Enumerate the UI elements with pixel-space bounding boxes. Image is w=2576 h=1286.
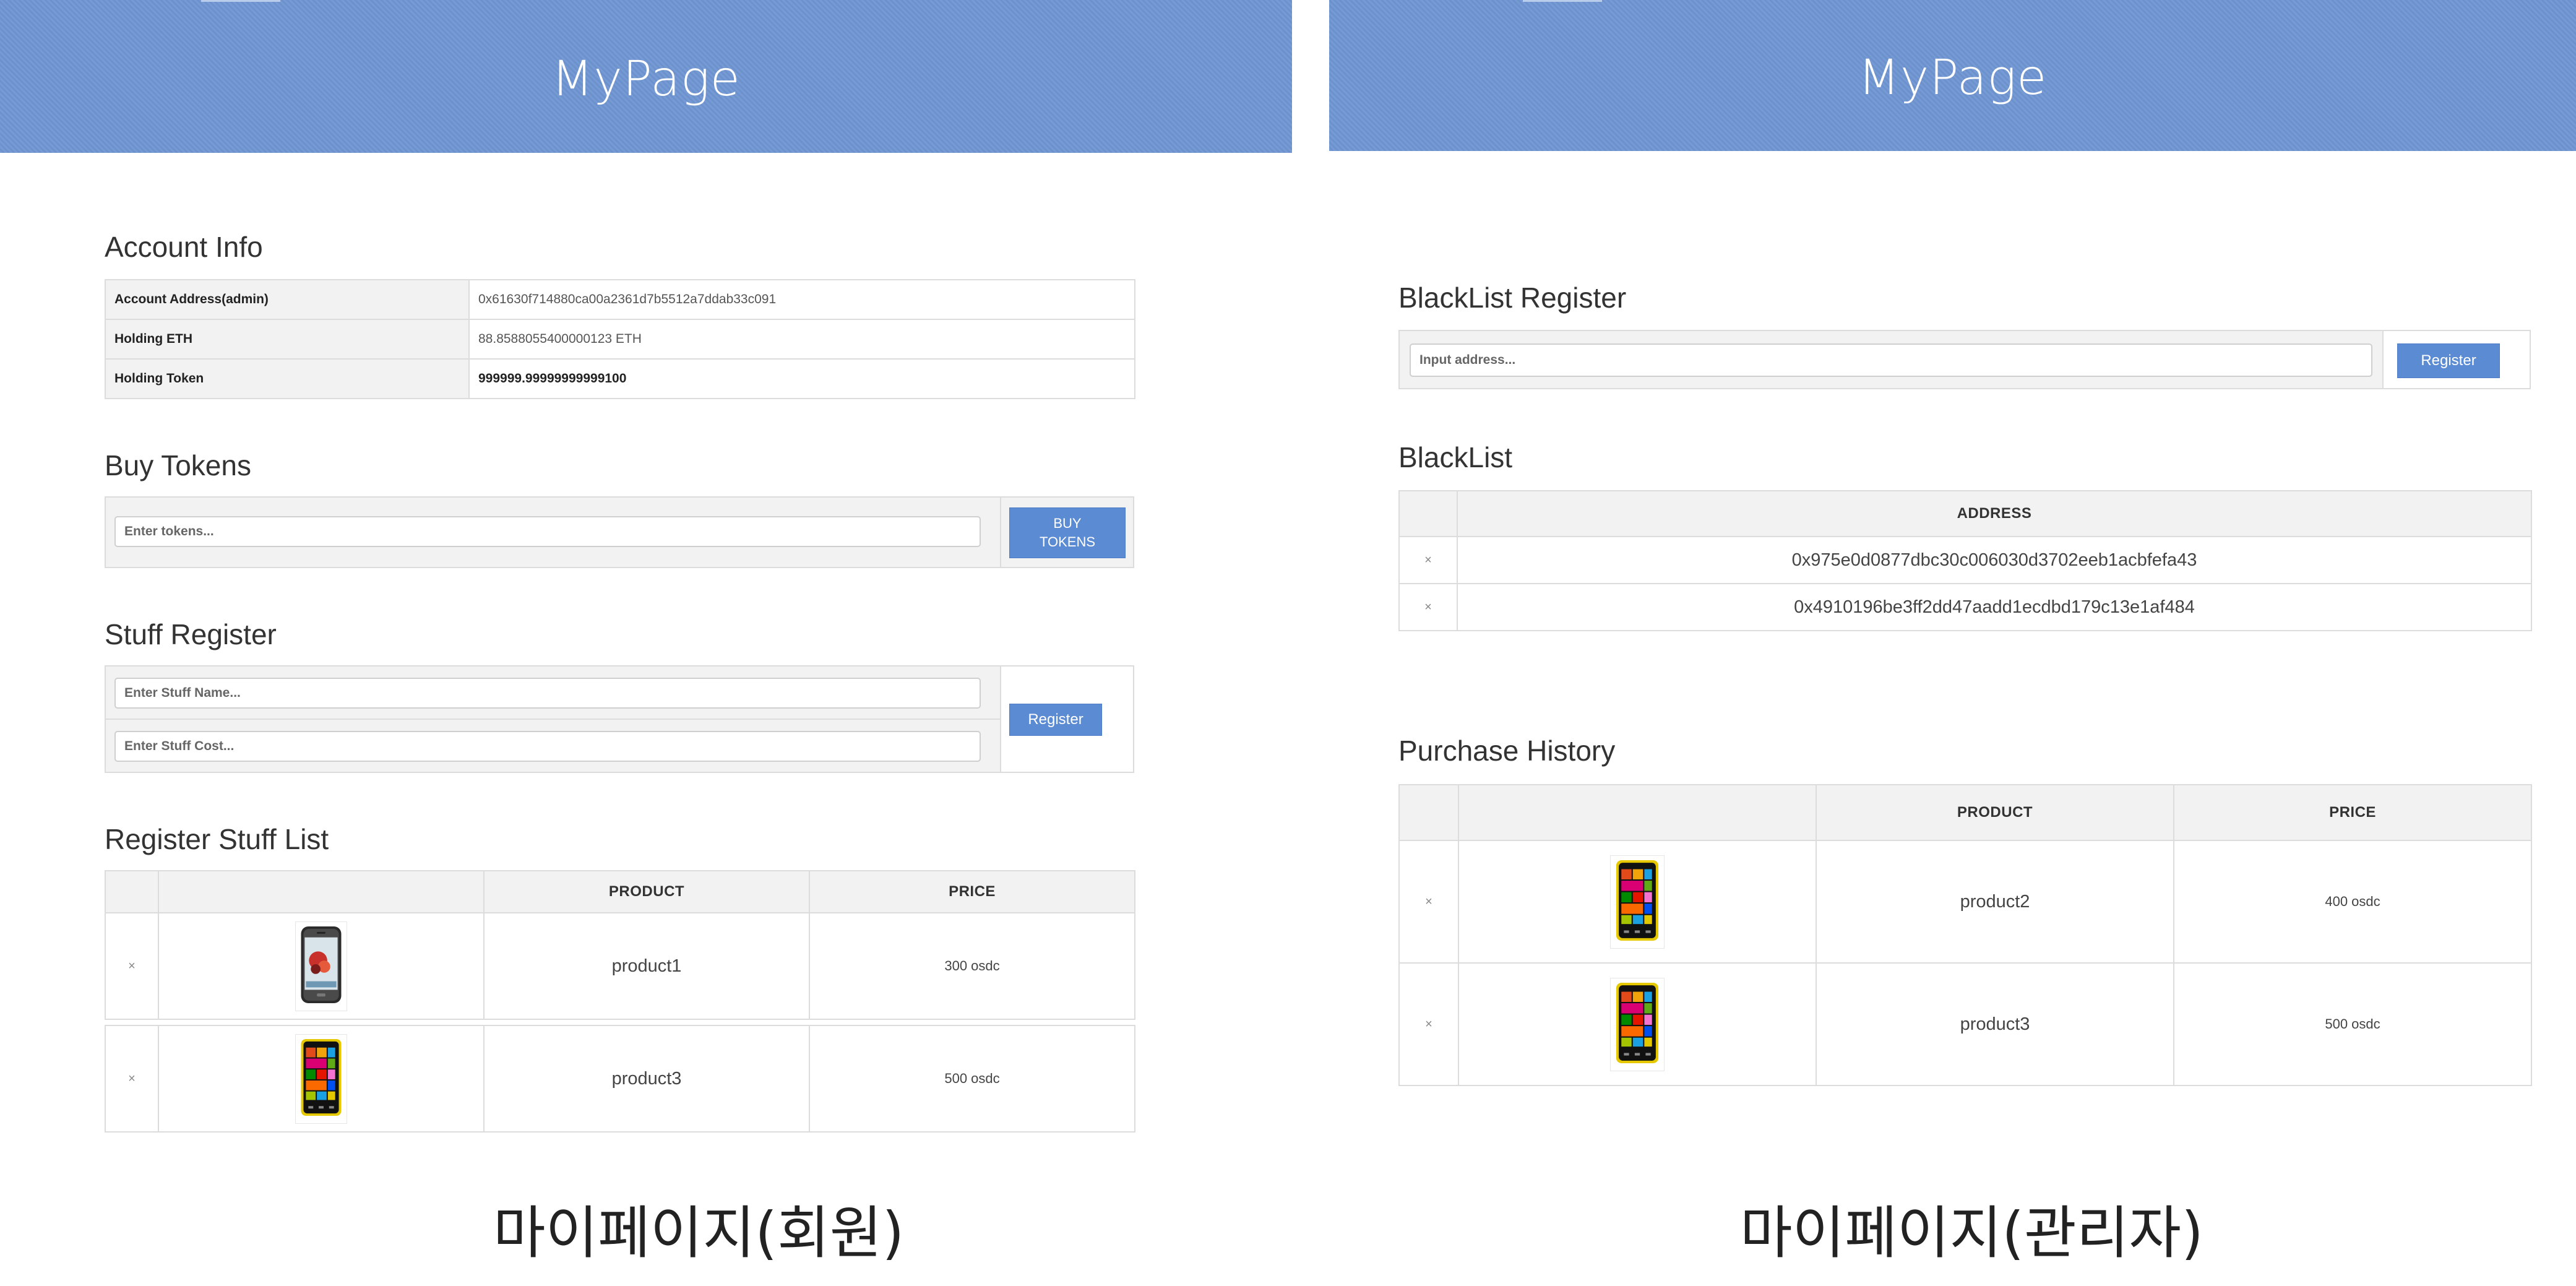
product-name: product1 — [483, 912, 810, 1020]
banner-tab-indicator — [201, 0, 280, 2]
tokens-input[interactable]: Enter tokens... — [114, 516, 981, 547]
account-info-title: Account Info — [105, 231, 263, 263]
buy-tokens-button-line2: TOKENS — [1039, 534, 1096, 550]
holding-token-value: 999999.99999999999100 — [468, 358, 1135, 399]
product-image — [1610, 855, 1665, 949]
product-image-cell — [158, 1025, 485, 1133]
blacklist-register-form: Input address... Register — [1398, 330, 2531, 389]
page-title: MyPage — [1858, 50, 2048, 106]
member-page-caption: 마이페이지(회원) — [493, 1200, 905, 1266]
register-stuff-list-title: Register Stuff List — [105, 823, 329, 855]
account-address-row: Account Address(admin) 0x61630f714880ca0… — [105, 279, 1135, 320]
table-row: × product2 400 osdc — [1398, 840, 2532, 964]
table-row: × 0x4910196be3ff2dd47aadd1ecdbd179c13e1a… — [1398, 583, 2532, 631]
col-header-image — [158, 870, 485, 913]
android-phone-icon — [299, 925, 343, 1004]
remove-item-button[interactable]: × — [1398, 962, 1459, 1086]
remove-item-button[interactable]: × — [1398, 840, 1459, 964]
table-row: × product3 500 osdc — [1398, 962, 2532, 1086]
page-banner: MyPage — [0, 0, 1292, 153]
holding-token-row: Holding Token 999999.99999999999100 — [105, 358, 1135, 399]
table-header-row: PRODUCT PRICE — [1398, 784, 2532, 841]
holding-eth-value: 88.8588055400000123 ETH — [468, 319, 1135, 360]
table-row: × product3 500 osdc — [105, 1025, 1135, 1133]
blacklisted-address: 0x4910196be3ff2dd47aadd1ecdbd179c13e1af4… — [1457, 583, 2532, 631]
address-input[interactable]: Input address... — [1410, 343, 2372, 377]
banner-tab-indicator — [1523, 0, 1602, 2]
holding-token-label: Holding Token — [105, 358, 470, 399]
holding-eth-row: Holding ETH 88.8588055400000123 ETH — [105, 319, 1135, 360]
blacklist-register-title: BlackList Register — [1398, 282, 1627, 314]
table-row: × product1 300 osdc — [105, 912, 1135, 1020]
admin-page-caption: 마이페이지(관리자) — [1740, 1200, 2203, 1266]
buy-tokens-button[interactable]: BUY TOKENS — [1009, 507, 1126, 558]
product-price: 500 osdc — [2173, 962, 2532, 1086]
blacklist-register-button[interactable]: Register — [2397, 343, 2500, 378]
page-banner: MyPage — [1329, 0, 2576, 151]
account-info-table: Account Address(admin) 0x61630f714880ca0… — [105, 279, 1135, 399]
remove-address-button[interactable]: × — [1398, 536, 1458, 584]
windows-phone-icon — [299, 1038, 343, 1117]
blacklist-title: BlackList — [1398, 441, 1513, 473]
col-header-product: PRODUCT — [483, 870, 810, 913]
product-image — [295, 921, 347, 1011]
product-price: 400 osdc — [2173, 840, 2532, 964]
form-divider — [1000, 498, 1001, 567]
product-image — [295, 1034, 347, 1124]
stuff-register-button[interactable]: Register — [1009, 704, 1102, 736]
col-header-remove — [1398, 784, 1459, 841]
col-header-remove — [105, 870, 159, 913]
stuff-cost-input[interactable]: Enter Stuff Cost... — [114, 731, 981, 762]
col-header-remove — [1398, 490, 1458, 537]
buy-tokens-button-line1: BUY — [1053, 516, 1082, 531]
product-price: 500 osdc — [809, 1025, 1135, 1133]
windows-phone-icon — [1614, 859, 1660, 942]
product-image-cell — [1458, 962, 1817, 1086]
col-header-price: PRICE — [2173, 784, 2532, 841]
product-name: product3 — [483, 1025, 810, 1133]
product-name: product3 — [1816, 962, 2174, 1086]
table-header-row: PRODUCT PRICE — [105, 870, 1135, 913]
purchase-history-title: Purchase History — [1398, 735, 1616, 767]
stuff-register-form: Enter Stuff Name... Enter Stuff Cost... … — [105, 665, 1134, 773]
blacklist-table: ADDRESS × 0x975e0d0877dbc30c006030d3702e… — [1398, 490, 2532, 631]
account-address-value: 0x61630f714880ca00a2361d7b5512a7ddab33c0… — [468, 279, 1135, 320]
admin-mypage-panel: MyPage BlackList Register Input address.… — [1329, 0, 2576, 1286]
member-mypage-panel: MyPage Account Info Account Address(admi… — [0, 0, 1292, 1286]
remove-item-button[interactable]: × — [105, 1025, 159, 1133]
remove-address-button[interactable]: × — [1398, 583, 1458, 631]
product-image-cell — [158, 912, 485, 1020]
register-stuff-table: PRODUCT PRICE × product1 300 osdc × prod… — [105, 870, 1135, 1133]
buy-tokens-form: Enter tokens... BUY TOKENS — [105, 496, 1134, 568]
row-separator — [105, 1019, 1135, 1026]
col-header-address: ADDRESS — [1457, 490, 2532, 537]
table-row: × 0x975e0d0877dbc30c006030d3702eeb1acbfe… — [1398, 536, 2532, 584]
form-row-divider — [106, 719, 1000, 720]
product-image-cell — [1458, 840, 1817, 964]
account-address-label: Account Address(admin) — [105, 279, 470, 320]
table-header-row: ADDRESS — [1398, 490, 2532, 537]
product-image — [1610, 977, 1665, 1071]
blacklisted-address: 0x975e0d0877dbc30c006030d3702eeb1acbfefa… — [1457, 536, 2532, 584]
buy-tokens-title: Buy Tokens — [105, 449, 251, 481]
col-header-image — [1458, 784, 1817, 841]
stuff-register-title: Stuff Register — [105, 618, 277, 650]
product-name: product2 — [1816, 840, 2174, 964]
product-price: 300 osdc — [809, 912, 1135, 1020]
stuff-name-input[interactable]: Enter Stuff Name... — [114, 678, 981, 709]
holding-eth-label: Holding ETH — [105, 319, 470, 360]
col-header-product: PRODUCT — [1816, 784, 2174, 841]
windows-phone-icon — [1614, 982, 1660, 1064]
panel-gap — [1292, 0, 1329, 1286]
page-title: MyPage — [551, 51, 741, 107]
remove-item-button[interactable]: × — [105, 912, 159, 1020]
col-header-price: PRICE — [809, 870, 1135, 913]
purchase-history-table: PRODUCT PRICE × product2 400 osdc × prod… — [1398, 784, 2532, 1086]
